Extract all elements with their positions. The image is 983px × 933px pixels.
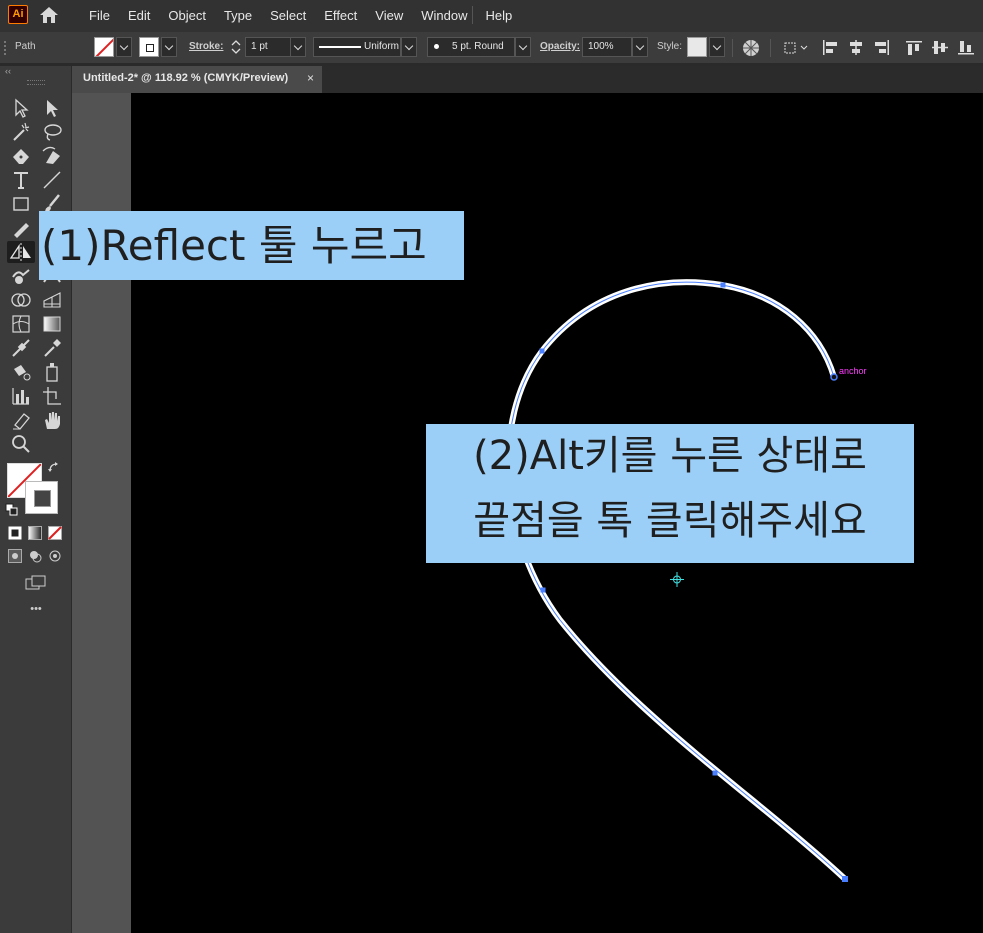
fill-dropdown[interactable] <box>116 37 132 57</box>
selection-tool-icon[interactable] <box>10 97 32 119</box>
instruction-step2-line1: (2)Alt키를 누른 상태로 <box>473 433 867 479</box>
app-logo: Ai <box>8 5 28 24</box>
eraser-tool-icon[interactable] <box>10 409 32 431</box>
hand-tool-icon[interactable] <box>41 409 63 431</box>
selection-type-label: Path <box>15 41 36 52</box>
stroke-label[interactable]: Stroke: <box>189 41 223 52</box>
menu-select[interactable]: Select <box>261 8 315 23</box>
collapse-panel-icon[interactable]: ‹‹ <box>5 66 11 76</box>
brush-select[interactable]: 5 pt. Round <box>427 37 515 57</box>
brush-dropdown[interactable] <box>515 37 531 57</box>
gradient-mode-icon[interactable] <box>28 526 42 540</box>
home-icon[interactable] <box>38 6 60 24</box>
blend-tool-icon[interactable] <box>10 337 32 359</box>
draw-inside-icon[interactable] <box>48 549 62 563</box>
stroke-profile-label: Uniform <box>364 41 400 52</box>
symbol-sprayer-tool-icon[interactable] <box>41 361 63 383</box>
instruction-step2-line2: 끝점을 톡 클릭해주세요 <box>473 498 867 544</box>
artboard-tool-icon[interactable] <box>41 385 63 407</box>
opacity-dropdown[interactable] <box>632 37 648 57</box>
menu-file[interactable]: File <box>80 8 119 23</box>
align-top-icon[interactable] <box>906 40 922 55</box>
default-colors-icon[interactable] <box>5 503 19 517</box>
menu-bar: Ai File Edit Object Type Select Effect V… <box>0 0 983 30</box>
fill-none-swatch[interactable] <box>94 37 114 57</box>
control-divider <box>732 39 733 57</box>
lasso-tool-icon[interactable] <box>41 121 63 143</box>
control-divider <box>770 39 771 57</box>
align-left-icon[interactable] <box>822 40 838 55</box>
menu-window[interactable]: Window <box>412 8 476 23</box>
style-label: Style: <box>657 41 683 52</box>
curvature-tool-icon[interactable] <box>41 145 63 167</box>
anchor-smart-guide-label: anchor <box>839 366 867 376</box>
shape-builder-tool-icon[interactable] <box>10 289 32 311</box>
instruction-callout-step2: (2)Alt키를 누른 상태로 끝점을 톡 클릭해주세요 <box>426 424 914 563</box>
stroke-weight-field[interactable]: 1 pt <box>245 37 291 57</box>
instruction-callout-step1: (1)Reflect 툴 누르고 <box>39 211 464 280</box>
opacity-label[interactable]: Opacity: <box>540 41 580 52</box>
menu-view[interactable]: View <box>366 8 412 23</box>
edit-toolbar-icon[interactable]: ••• <box>25 603 47 617</box>
live-paint-bucket-icon[interactable] <box>10 361 32 383</box>
column-graph-tool-icon[interactable] <box>10 385 32 407</box>
opacity-field[interactable]: 100% <box>582 37 632 57</box>
control-bar: Path Stroke: 1 pt Uniform 5 pt. Round Op… <box>0 32 983 63</box>
gradient-tool-icon[interactable] <box>41 313 63 335</box>
pen-tool-icon[interactable] <box>10 145 32 167</box>
screen-mode-icon[interactable] <box>24 574 48 592</box>
stroke-swatch-control[interactable] <box>139 37 159 57</box>
eyedropper-tool-icon[interactable] <box>41 337 63 359</box>
reflect-tool-icon[interactable] <box>7 241 35 263</box>
draw-normal-icon[interactable] <box>8 549 22 563</box>
shaper-tool-icon[interactable] <box>10 217 32 239</box>
control-bar-grip[interactable] <box>4 41 8 55</box>
graphic-style-dropdown[interactable] <box>709 37 725 57</box>
stroke-profile-dropdown[interactable] <box>401 37 417 57</box>
menu-edit[interactable]: Edit <box>119 8 159 23</box>
align-center-icon[interactable] <box>848 40 864 55</box>
menu-object[interactable]: Object <box>159 8 215 23</box>
stroke-color-swatch[interactable] <box>25 481 58 514</box>
type-tool-icon[interactable] <box>10 169 32 191</box>
zoom-tool-icon[interactable] <box>10 433 32 455</box>
menu-help[interactable]: Help <box>476 8 521 23</box>
swap-colors-icon[interactable] <box>47 461 61 475</box>
rectangle-tool-icon[interactable] <box>10 193 32 215</box>
perspective-grid-tool-icon[interactable] <box>41 289 63 311</box>
document-tab-bar: Untitled-2* @ 118.92 % (CMYK/Preview) × <box>72 66 983 93</box>
direct-selection-tool-icon[interactable] <box>41 97 63 119</box>
brush-label: 5 pt. Round <box>452 41 504 52</box>
magic-wand-tool-icon[interactable] <box>10 121 32 143</box>
menu-type[interactable]: Type <box>215 8 261 23</box>
tools-panel-grip[interactable] <box>27 80 45 85</box>
document-tab[interactable]: Untitled-2* @ 118.92 % (CMYK/Preview) × <box>72 66 322 93</box>
graphic-style-swatch[interactable] <box>687 37 707 57</box>
recolor-artwork-icon[interactable] <box>742 39 760 57</box>
warp-tool-icon[interactable] <box>10 265 32 287</box>
draw-behind-icon[interactable] <box>28 549 42 563</box>
line-segment-tool-icon[interactable] <box>41 169 63 191</box>
align-middle-icon[interactable] <box>932 40 948 55</box>
menu-effect[interactable]: Effect <box>315 8 366 23</box>
close-tab-icon[interactable]: × <box>307 71 314 85</box>
mesh-tool-icon[interactable] <box>10 313 32 335</box>
stroke-profile-select[interactable]: Uniform <box>313 37 401 57</box>
stroke-dropdown[interactable] <box>161 37 177 57</box>
stroke-weight-dropdown[interactable] <box>290 37 306 57</box>
align-right-icon[interactable] <box>874 40 890 55</box>
color-mode-icon[interactable] <box>8 526 22 540</box>
none-mode-icon[interactable] <box>48 526 62 540</box>
menu-divider <box>472 6 473 24</box>
stroke-stepper[interactable] <box>229 37 243 57</box>
align-to-icon[interactable] <box>782 40 808 55</box>
document-tab-title: Untitled-2* @ 118.92 % (CMYK/Preview) <box>83 72 289 84</box>
align-bottom-icon[interactable] <box>958 40 974 55</box>
